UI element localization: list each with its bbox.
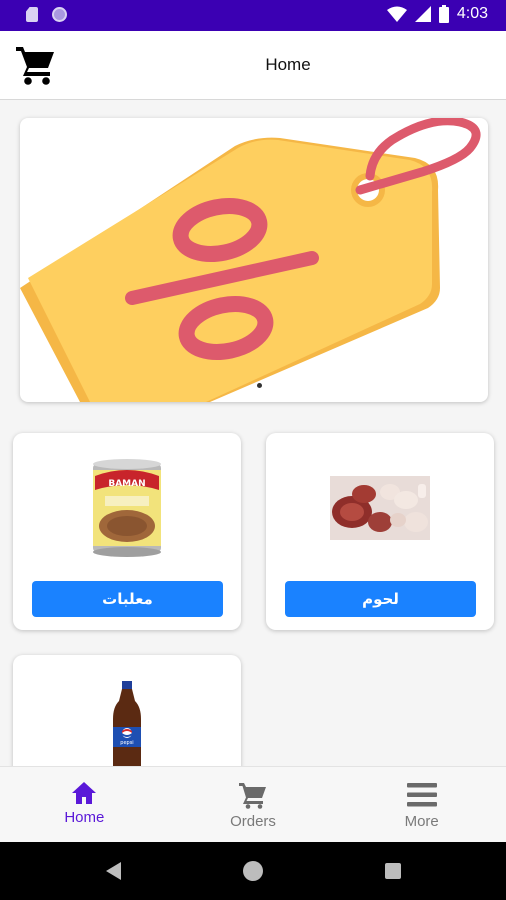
status-left-icons bbox=[26, 7, 67, 22]
category-button-canned[interactable]: معلبات bbox=[32, 581, 223, 617]
svg-text:BAMAN: BAMAN bbox=[108, 479, 145, 489]
promo-banner[interactable] bbox=[20, 118, 488, 402]
battery-icon bbox=[438, 5, 449, 23]
notification-circle-icon bbox=[52, 7, 67, 22]
status-bar: 4:03 bbox=[0, 0, 506, 31]
category-card-meat[interactable]: لحوم bbox=[266, 433, 494, 630]
drinks-image-wrap: pepsi bbox=[13, 681, 241, 771]
bottom-navigation: Home Orders More bbox=[0, 766, 506, 842]
discount-tag-percent-icon bbox=[20, 118, 481, 402]
category-card-canned[interactable]: BAMAN معلبات bbox=[13, 433, 241, 630]
meat-image-wrap bbox=[266, 453, 494, 563]
status-right-icons: 4:03 bbox=[386, 5, 488, 23]
category-button-meat[interactable]: لحوم bbox=[285, 581, 476, 617]
home-icon bbox=[72, 782, 97, 804]
menu-icon bbox=[406, 783, 437, 807]
meat-image bbox=[330, 476, 430, 540]
cart-icon bbox=[239, 783, 266, 809]
page-title: Home bbox=[265, 55, 311, 74]
svg-text:pepsi: pepsi bbox=[120, 740, 133, 746]
status-time: 4:03 bbox=[456, 5, 488, 22]
nav-item-home[interactable]: Home bbox=[0, 767, 169, 842]
carousel-dot[interactable] bbox=[257, 383, 262, 388]
wifi-icon bbox=[386, 6, 407, 22]
nav-label-home: Home bbox=[64, 809, 105, 826]
nav-item-orders[interactable]: Orders bbox=[169, 767, 338, 842]
nav-item-more[interactable]: More bbox=[337, 767, 506, 842]
screen: 4:03 Home لحوم BAMAN معلبات pepsi Home O… bbox=[0, 0, 506, 900]
canned-food-image: BAMAN bbox=[93, 459, 161, 557]
canned-image-wrap: BAMAN bbox=[13, 453, 241, 563]
sd-card-icon bbox=[26, 7, 38, 22]
recent-apps-icon[interactable] bbox=[385, 863, 401, 879]
system-home-icon[interactable] bbox=[243, 861, 263, 881]
app-bar: Home bbox=[0, 31, 506, 100]
back-icon[interactable] bbox=[106, 862, 121, 880]
nav-label-orders: Orders bbox=[230, 813, 276, 830]
system-navigation-bar bbox=[0, 842, 506, 900]
nav-label-more: More bbox=[404, 813, 439, 830]
pepsi-bottle-image: pepsi bbox=[113, 681, 141, 771]
cellular-signal-icon bbox=[414, 6, 431, 22]
